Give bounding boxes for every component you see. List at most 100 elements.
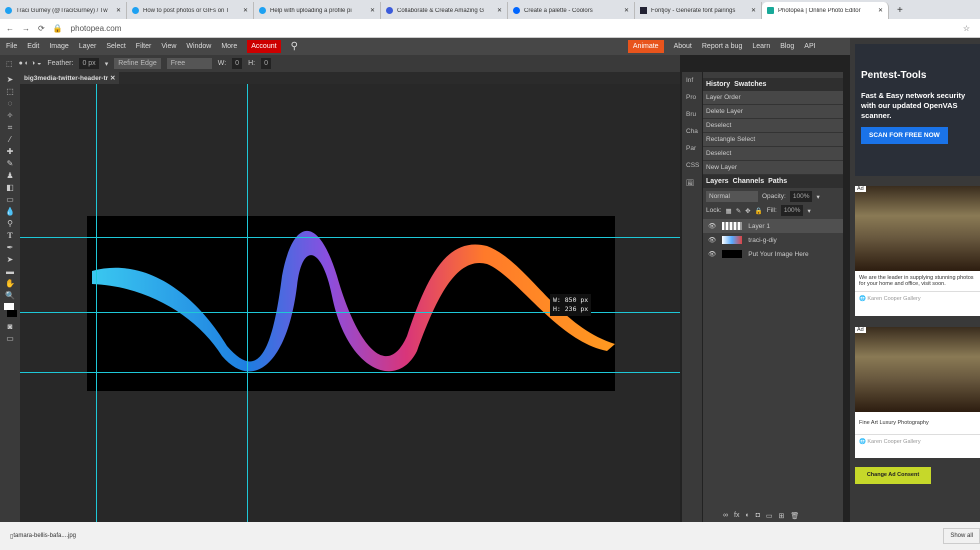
tab-layers[interactable]: Layers [706,178,729,185]
close-tab-icon[interactable]: ✕ [878,7,883,14]
eye-icon[interactable]: 👁 [708,222,716,230]
screen-mode-icon[interactable]: ▭ [4,334,16,343]
effects-icon[interactable]: fx [734,512,739,520]
back-icon[interactable]: ← [6,24,14,33]
tab-history[interactable]: History [706,81,730,88]
guide-line[interactable] [20,237,680,238]
blur-tool-icon[interactable]: 💧 [4,207,16,216]
search-icon[interactable]: ⚲ [291,41,298,52]
close-document-icon[interactable]: ✕ [110,75,115,82]
menu-window[interactable]: Window [186,43,211,50]
opacity-input[interactable]: 100% [789,191,813,202]
lasso-tool-icon[interactable]: ◌ [4,99,16,108]
zoom-tool-icon[interactable]: 🔍 [4,291,16,300]
blend-mode-select[interactable]: Normal [706,191,758,202]
menu-filter[interactable]: Filter [136,43,152,50]
eye-icon[interactable]: 👁 [708,250,716,258]
document-canvas[interactable] [87,216,615,391]
selection-mode-icons[interactable]: ● ◐ ◑ ◒ [19,60,42,67]
menu-select[interactable]: Select [106,43,125,50]
menu-more[interactable]: More [221,43,237,50]
move-tool-icon[interactable]: ➤ [4,75,16,84]
shape-tool-icon[interactable]: ▬ [4,267,16,276]
guide-line[interactable] [247,84,248,522]
magic-wand-icon[interactable]: ✧ [4,111,16,120]
guide-line[interactable] [96,84,97,522]
lock-paint-icon[interactable]: ✎ [736,207,741,215]
history-item[interactable]: New Layer [703,161,843,175]
menu-image[interactable]: Image [49,43,68,50]
history-item[interactable]: Rectangle Select [703,133,843,147]
close-tab-icon[interactable]: ✕ [116,7,121,14]
history-item[interactable]: Delete Layer [703,105,843,119]
side-tab-character[interactable]: Cha [682,123,702,140]
folder-icon[interactable]: ▭ [766,512,773,520]
crop-tool-icon[interactable]: ⌗ [4,123,16,132]
side-tab-brush[interactable]: Bru [682,106,702,123]
download-item[interactable]: tamara-bellis-bafa....jpg [13,533,76,539]
eraser-icon[interactable]: ◧ [4,183,16,192]
eyedropper-icon[interactable]: ⁄ [4,135,16,144]
mask-icon[interactable]: ◘ [756,512,760,520]
blog-link[interactable]: Blog [780,43,794,50]
close-tab-icon[interactable]: ✕ [497,7,502,14]
change-ad-consent-button[interactable]: Change Ad Consent [855,467,931,484]
tab-paths[interactable]: Paths [768,178,787,185]
new-tab-button[interactable]: + [889,5,911,19]
side-tab-info[interactable]: Inf [682,72,702,89]
healing-tool-icon[interactable]: ✚ [4,147,16,156]
canvas-area[interactable]: W: 850 px H: 236 px [20,84,680,522]
close-tab-icon[interactable]: ✕ [243,7,248,14]
style-select[interactable]: Free [166,58,212,69]
scan-button[interactable]: SCAN FOR FREE NOW [861,127,948,144]
history-item[interactable]: Layer Order [703,91,843,105]
url-input[interactable]: photopea.com [71,24,955,33]
path-select-icon[interactable]: ➤ [4,255,16,264]
brush-tool-icon[interactable]: ✎ [4,159,16,168]
type-tool-icon[interactable]: T [4,231,16,240]
close-tab-icon[interactable]: ✕ [751,7,756,14]
side-tab-css[interactable]: CSS [682,157,702,174]
history-item[interactable]: Deselect [703,119,843,133]
width-input[interactable]: 0 [232,58,243,69]
side-tab-properties[interactable]: Pro [682,89,702,106]
side-tab-paragraph[interactable]: Par [682,140,702,157]
lock-transparency-icon[interactable]: ▦ [726,207,732,215]
marquee-tool-icon[interactable]: ⬚ [4,87,16,96]
browser-tab[interactable]: Create a palette - Coolors ✕ [508,2,635,19]
menu-file[interactable]: File [6,43,17,50]
layer-row[interactable]: 👁 Put Your Image Here [703,247,843,261]
menu-edit[interactable]: Edit [27,43,39,50]
menu-view[interactable]: View [161,43,176,50]
clone-stamp-icon[interactable]: ♟ [4,171,16,180]
hand-tool-icon[interactable]: ✋ [4,279,16,288]
feather-input[interactable]: 0 px [79,58,99,69]
history-item[interactable]: Deselect [703,147,843,161]
browser-tab[interactable]: How to post photos or GIFs on T ✕ [127,2,254,19]
document-tab[interactable]: big3media-twitter-header-tr ✕ [20,72,120,84]
pentest-ad[interactable]: Pentest-Tools Fast & Easy network securi… [855,44,980,176]
report-bug-link[interactable]: Report a bug [702,43,742,50]
lock-move-icon[interactable]: ✥ [745,207,750,215]
browser-tab-active[interactable]: Photopea | Online Photo Editor ✕ [762,2,889,19]
animate-button[interactable]: Animate [627,40,664,53]
fill-input[interactable]: 100% [780,205,804,216]
refine-edge-button[interactable]: Refine Edge [114,58,161,69]
color-swatches[interactable] [4,303,17,317]
delete-icon[interactable]: 🗑 [790,512,799,520]
account-button[interactable]: Account [247,40,281,53]
image-icon[interactable]: 🖼 [682,174,702,192]
pen-tool-icon[interactable]: ✒ [4,243,16,252]
api-link[interactable]: API [804,43,815,50]
about-link[interactable]: About [674,43,692,50]
new-layer-icon[interactable]: ⊞ [779,512,785,520]
marquee-icon[interactable]: ⬚ [6,60,13,68]
gradient-icon[interactable]: ▭ [4,195,16,204]
forward-icon[interactable]: → [22,24,30,33]
layer-row[interactable]: 👁 Layer 1 [703,219,843,233]
show-all-button[interactable]: Show all [943,528,980,544]
close-tab-icon[interactable]: ✕ [624,7,629,14]
ad-card[interactable]: Ad We are the leader in supplying stunni… [855,186,980,316]
eye-icon[interactable]: 👁 [708,236,716,244]
guide-line[interactable] [20,372,680,373]
